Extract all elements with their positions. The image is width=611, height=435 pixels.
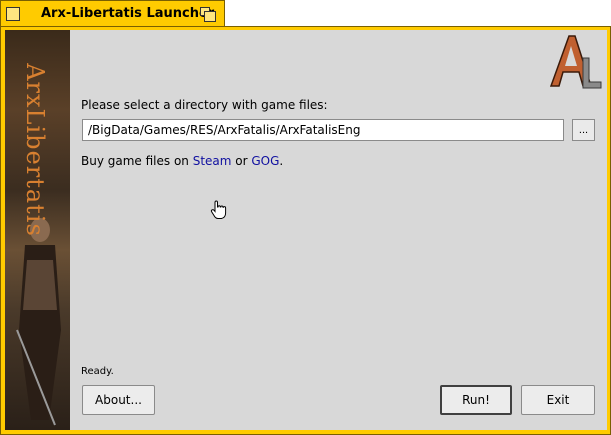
buy-prefix-text: Buy game files on: [81, 154, 193, 168]
exit-button[interactable]: Exit: [521, 385, 595, 415]
window-frame: ArxLibertatis Please select a directory …: [0, 26, 611, 435]
browse-button[interactable]: ...: [572, 119, 595, 141]
window-title: Arx-Libertatis Launcher: [41, 6, 215, 21]
window-content: ArxLibertatis Please select a directory …: [5, 30, 607, 430]
hand-pointer-icon: [210, 200, 228, 220]
close-box-icon[interactable]: [6, 7, 20, 21]
zoom-box-icon[interactable]: [200, 7, 216, 22]
buy-or-text: or: [231, 154, 252, 168]
about-button[interactable]: About...: [82, 385, 155, 415]
arx-libertatis-logo-icon: [543, 32, 603, 92]
buy-suffix-text: .: [279, 154, 284, 168]
steam-link[interactable]: Steam: [193, 154, 232, 168]
game-directory-input[interactable]: [82, 119, 564, 141]
buy-game-text: Buy game files on Steam or GOG.: [81, 154, 283, 168]
gog-link[interactable]: GOG: [251, 154, 279, 168]
sidebar-art-text: ArxLibertatis: [21, 63, 49, 237]
directory-prompt-label: Please select a directory with game file…: [81, 98, 328, 112]
window-tab[interactable]: Arx-Libertatis Launcher: [0, 0, 225, 27]
sidebar-artwork: ArxLibertatis: [5, 30, 70, 430]
status-label: Ready.: [81, 366, 114, 377]
run-button[interactable]: Run!: [440, 385, 512, 415]
